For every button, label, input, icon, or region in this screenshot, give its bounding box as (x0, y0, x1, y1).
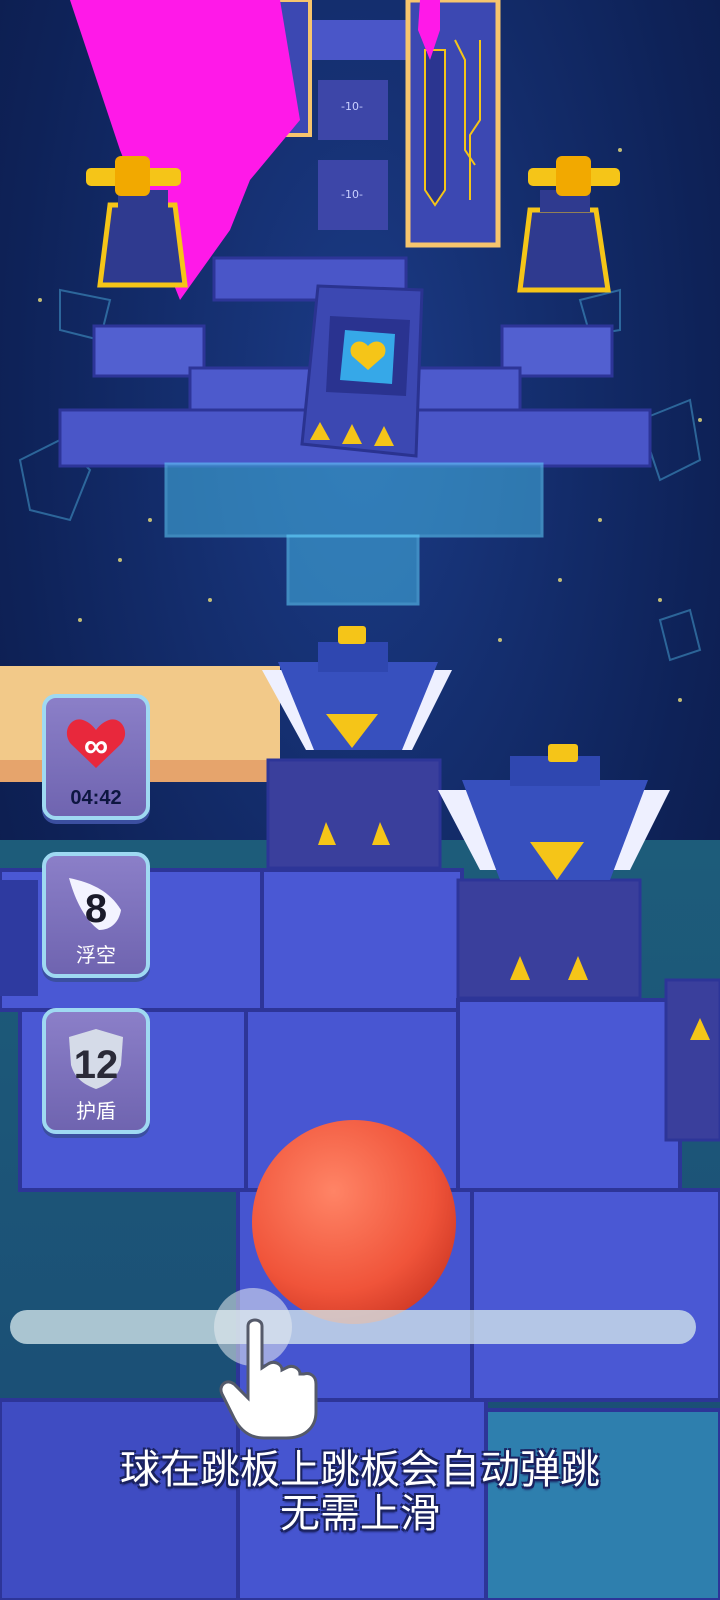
lives-timer: 04:42 (70, 787, 122, 809)
infinity-symbol: ∞ (83, 727, 109, 765)
tile-label: -10- (341, 188, 363, 201)
left-edge-block (0, 880, 38, 996)
heart-block (300, 284, 424, 458)
tile-label: -10- (341, 100, 363, 113)
tutorial-hint: 球在跳板上跳板会自动弹跳 无需上滑 (0, 1448, 720, 1536)
spring-pad-partial (664, 978, 720, 1142)
tutorial-hint-line2: 无需上滑 (280, 1491, 440, 1537)
tutorial-hint-line1: 球在跳板上跳板会自动弹跳 (120, 1447, 600, 1493)
float-count: 8 (84, 887, 108, 931)
float-card[interactable]: 8 浮空 (42, 852, 150, 978)
shield-label: 护盾 (76, 1099, 116, 1123)
float-label: 浮空 (76, 943, 116, 967)
lives-card[interactable]: ∞ 04:42 (42, 694, 150, 820)
ball (252, 1120, 456, 1324)
shield-card[interactable]: 12 护盾 (42, 1008, 150, 1134)
hand-pointer-icon (219, 1318, 318, 1440)
tutorial-slider-track[interactable] (10, 1310, 696, 1344)
shield-count: 12 (73, 1043, 119, 1087)
